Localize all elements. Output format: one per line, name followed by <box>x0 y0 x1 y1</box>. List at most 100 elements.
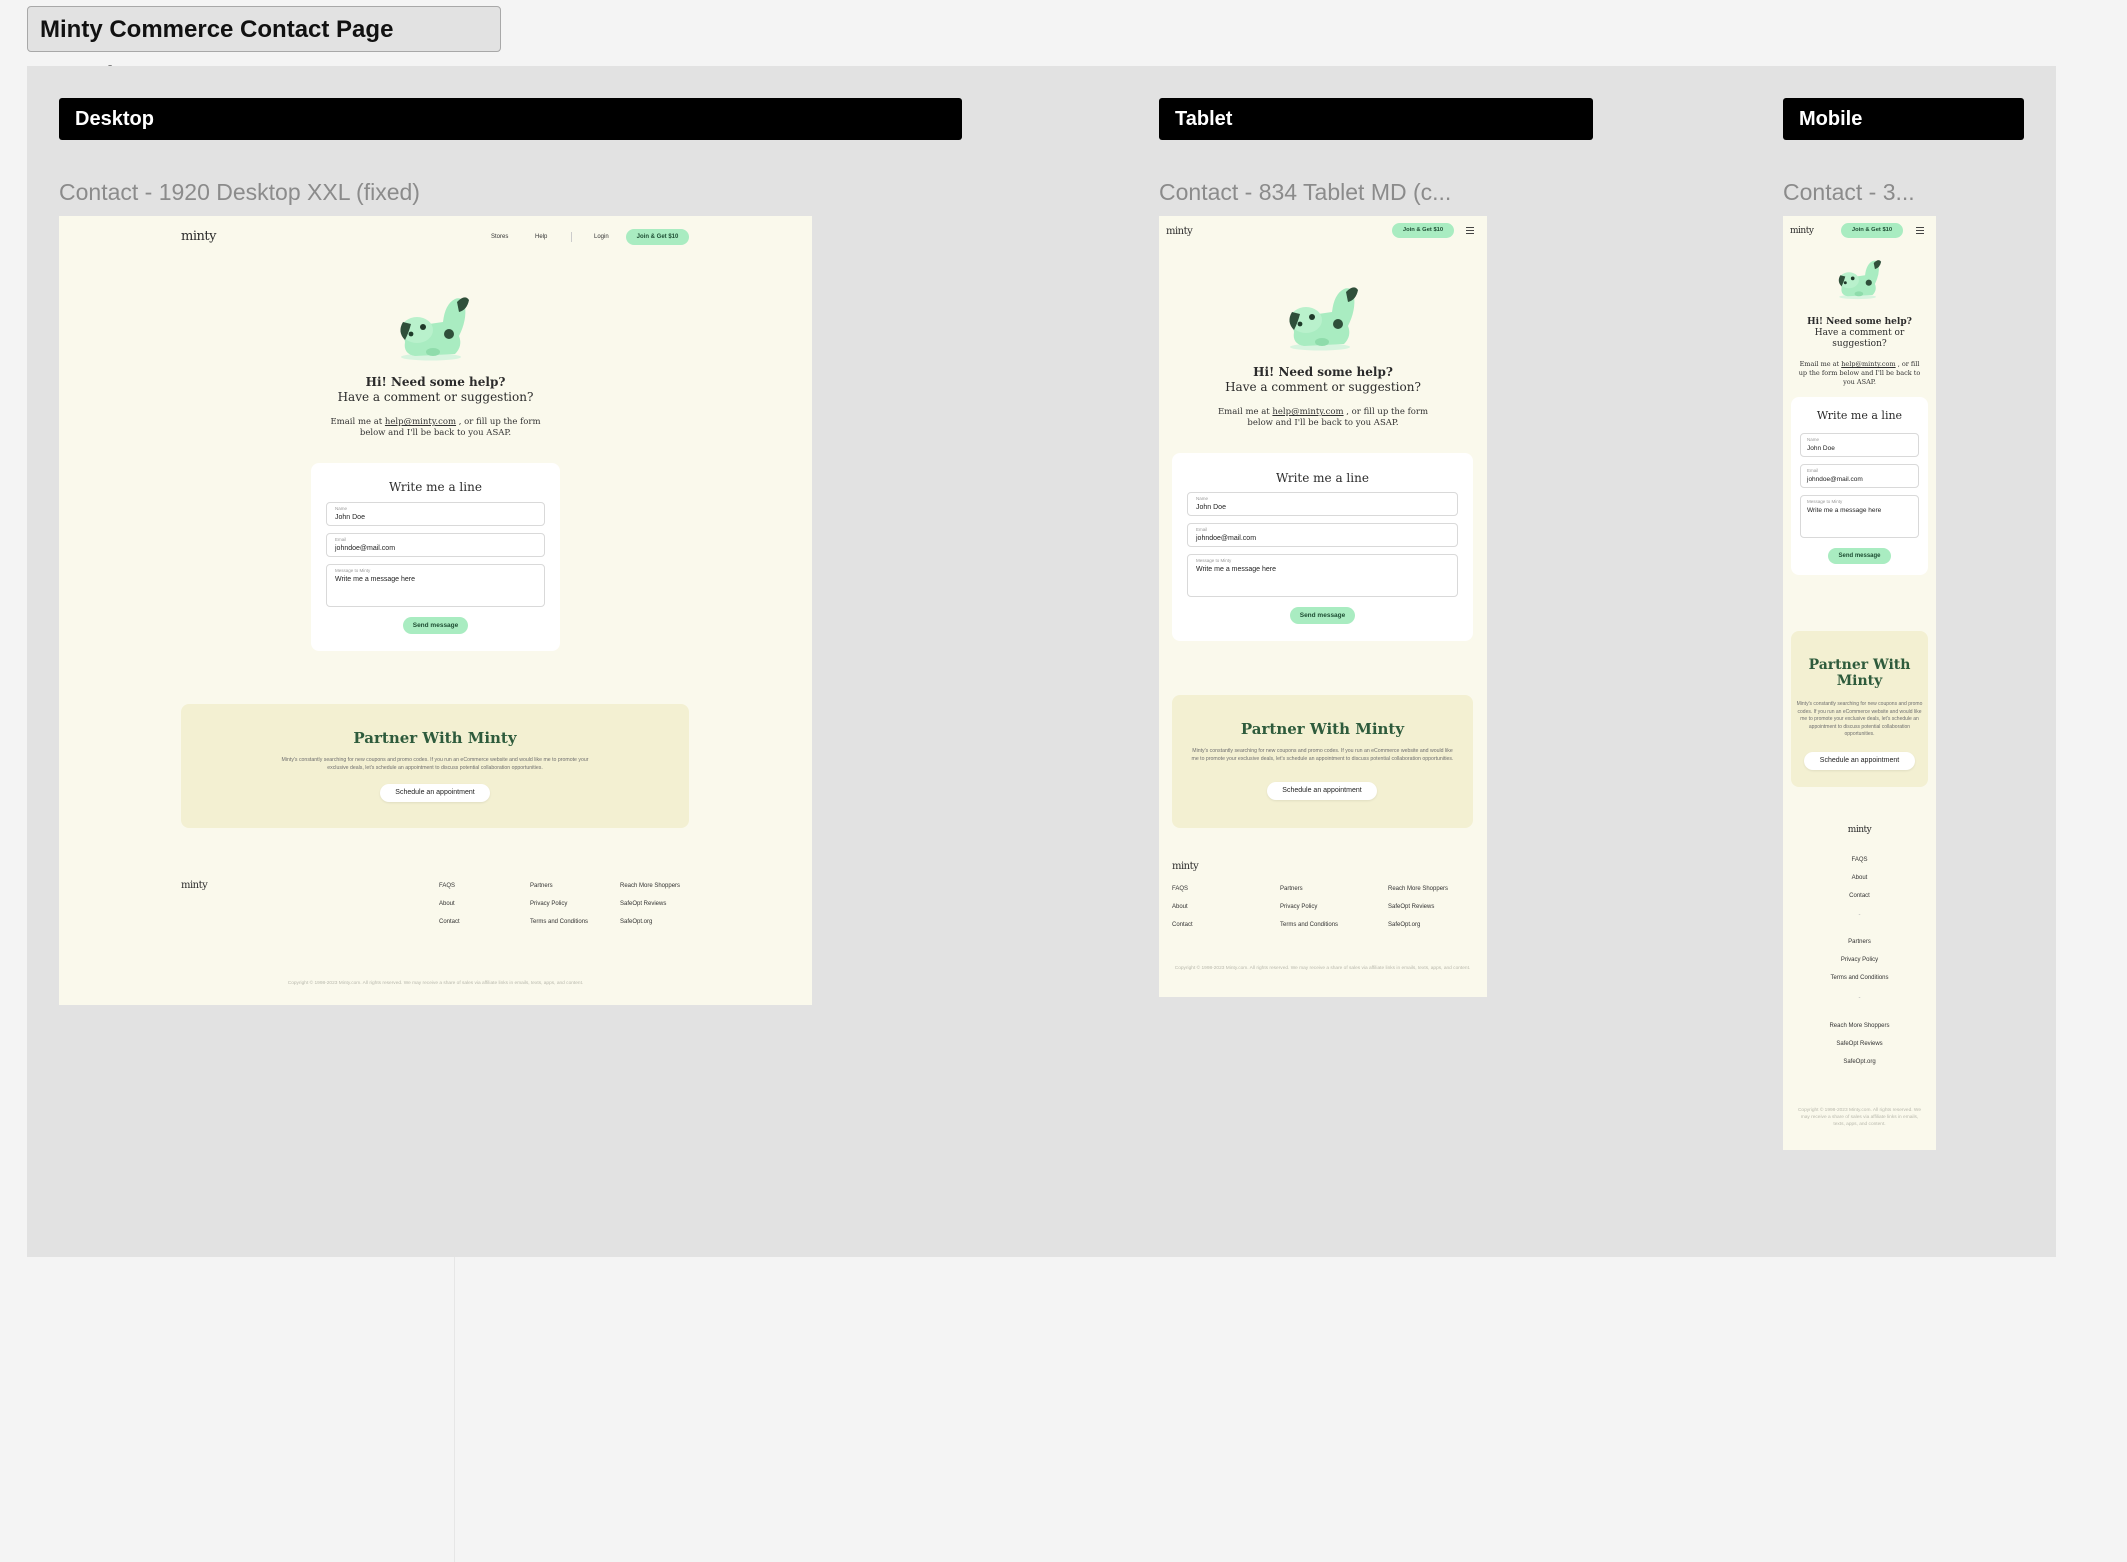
mobile-frame: minty Join & Get $10 Hi! Need some help?… <box>1783 216 1936 1150</box>
email-link[interactable]: help@minty.com <box>1272 407 1343 417</box>
email-value: johndoe@mail.com <box>1196 535 1257 542</box>
footer-link-privacy[interactable]: Privacy Policy <box>1280 904 1317 910</box>
frame-label-mobile[interactable]: Contact - 3... <box>1783 179 1915 206</box>
name-field[interactable]: Name John Doe <box>1187 492 1458 516</box>
schedule-appointment-button[interactable]: Schedule an appointment <box>1267 782 1377 800</box>
email-link[interactable]: help@minty.com <box>1841 360 1895 368</box>
page-title[interactable]: Minty Commerce Contact Page Experience <box>27 6 501 89</box>
name-label: Name <box>1807 437 1820 442</box>
footer-link-contact[interactable]: Contact <box>1172 922 1193 928</box>
email-field[interactable]: Email johndoe@mail.com <box>326 533 545 557</box>
join-button[interactable]: Join & Get $10 <box>626 229 689 245</box>
message-field[interactable]: Message to Minty Write me a message here <box>1187 554 1458 597</box>
join-button[interactable]: Join & Get $10 <box>1392 223 1454 238</box>
tablet-frame: minty Join & Get $10 Hi! Need some help?… <box>1159 216 1487 997</box>
dog-mascot-illustration <box>400 297 469 361</box>
footer-link-safeopt-org[interactable]: SafeOpt.org <box>1783 1059 1936 1065</box>
logo[interactable]: minty <box>1790 226 1814 236</box>
footer-link-safeopt-reviews[interactable]: SafeOpt Reviews <box>1388 904 1434 910</box>
footer-link-contact[interactable]: Contact <box>1783 893 1936 899</box>
nav-login[interactable]: Login <box>594 234 609 240</box>
footer-link-about[interactable]: About <box>1172 904 1188 910</box>
menu-icon[interactable] <box>1466 227 1474 236</box>
hero-email-line2: below and I'll be back to you ASAP. <box>359 428 512 438</box>
frame-label-tablet[interactable]: Contact - 834 Tablet MD (c... <box>1159 179 1451 206</box>
form-title: Write me a line <box>1276 471 1369 485</box>
hero-headline: Hi! Need some help? <box>1807 317 1912 327</box>
email-field[interactable]: Email johndoe@mail.com <box>1800 464 1919 488</box>
footer-link-about[interactable]: About <box>439 901 455 907</box>
footer-link-reach[interactable]: Reach More Shoppers <box>620 883 680 889</box>
hero-email-line2: below and I'll be back to you ASAP. <box>1247 418 1399 428</box>
message-field[interactable]: Message to Minty Write me a message here <box>326 564 545 607</box>
footer-link-partners[interactable]: Partners <box>1783 939 1936 945</box>
footer-link-privacy[interactable]: Privacy Policy <box>530 901 567 907</box>
footer-link-terms[interactable]: Terms and Conditions <box>1280 922 1338 928</box>
partner-title: Partner With Minty <box>1808 657 1911 689</box>
footer-link-reach[interactable]: Reach More Shoppers <box>1783 1023 1936 1029</box>
footer-link-faqs[interactable]: FAQS <box>1172 886 1188 892</box>
email-suffix: , or fill up the form <box>1346 407 1429 417</box>
message-label: Message to Minty <box>1807 499 1843 504</box>
join-button[interactable]: Join & Get $10 <box>1841 223 1903 238</box>
footer-link-reach[interactable]: Reach More Shoppers <box>1388 886 1448 892</box>
partner-section: Partner With Minty Minty's constantly se… <box>1791 631 1928 787</box>
email-field[interactable]: Email johndoe@mail.com <box>1187 523 1458 547</box>
form-title: Write me a line <box>389 480 482 494</box>
name-label: Name <box>335 506 348 511</box>
hero-email-line1: Email me at help@minty.com , or fill up … <box>59 417 812 427</box>
footer-link-safeopt-org[interactable]: SafeOpt.org <box>1388 922 1420 928</box>
message-field[interactable]: Message to Minty Write me a message here <box>1800 495 1919 538</box>
form-title: Write me a line <box>1816 409 1903 422</box>
schedule-appointment-button[interactable]: Schedule an appointment <box>380 784 490 802</box>
footer-link-faqs[interactable]: FAQS <box>439 883 455 889</box>
menu-icon[interactable] <box>1916 227 1924 236</box>
footer-logo[interactable]: minty <box>1172 861 1199 872</box>
section-header-tablet[interactable]: Tablet <box>1159 98 1593 140</box>
name-field[interactable]: Name John Doe <box>1800 433 1919 457</box>
message-value: Write me a message here <box>1196 566 1277 573</box>
message-value: Write me a message here <box>335 576 416 583</box>
send-message-button[interactable]: Send message <box>1828 548 1891 564</box>
name-field[interactable]: Name John Doe <box>326 502 545 526</box>
nav-help[interactable]: Help <box>535 234 547 240</box>
contact-form-card: Write me a line Name John Doe Email john… <box>311 463 560 651</box>
hero-subheadline: Have a comment or suggestion? <box>1814 328 1905 349</box>
footer-link-safeopt-reviews[interactable]: SafeOpt Reviews <box>1783 1041 1936 1047</box>
footer-logo[interactable]: minty <box>1783 825 1936 835</box>
footer-link-about[interactable]: About <box>1783 875 1936 881</box>
message-label: Message to Minty <box>335 568 371 573</box>
footer-link-safeopt-org[interactable]: SafeOpt.org <box>620 919 652 925</box>
footer-link-terms[interactable]: Terms and Conditions <box>1783 975 1936 981</box>
send-message-button[interactable]: Send message <box>403 617 468 634</box>
footer-link-privacy[interactable]: Privacy Policy <box>1783 957 1936 963</box>
footer-link-terms[interactable]: Terms and Conditions <box>530 919 588 925</box>
name-value: John Doe <box>1196 504 1226 511</box>
hero-subheadline: Have a comment or suggestion? <box>337 390 534 404</box>
email-label: Email <box>1196 527 1208 532</box>
footer-separator: - <box>1858 995 1861 1001</box>
logo[interactable]: minty <box>1166 226 1193 237</box>
send-message-button[interactable]: Send message <box>1290 607 1355 624</box>
section-header-mobile[interactable]: Mobile <box>1783 98 2024 140</box>
footer-link-faqs[interactable]: FAQS <box>1783 857 1936 863</box>
frame-label-desktop[interactable]: Contact - 1920 Desktop XXL (fixed) <box>59 179 420 206</box>
hero-subheadline: Have a comment or suggestion? <box>1225 380 1421 394</box>
dog-mascot-illustration <box>1289 287 1358 351</box>
logo[interactable]: minty <box>181 229 216 244</box>
divider <box>454 1257 455 1562</box>
email-link[interactable]: help@minty.com <box>385 417 456 427</box>
partner-body: Minty's constantly searching for new cou… <box>1191 748 1454 762</box>
footer-link-safeopt-reviews[interactable]: SafeOpt Reviews <box>620 901 666 907</box>
section-header-desktop[interactable]: Desktop <box>59 98 962 140</box>
footer-link-contact[interactable]: Contact <box>439 919 460 925</box>
footer-link-partners[interactable]: Partners <box>530 883 553 889</box>
email-value: johndoe@mail.com <box>335 545 396 552</box>
footer-separator: - <box>1858 912 1861 918</box>
footer-link-partners[interactable]: Partners <box>1280 886 1303 892</box>
copyright: Copyright © 1998-2023 Minty.com. All rig… <box>1797 1108 1922 1127</box>
schedule-appointment-button[interactable]: Schedule an appointment <box>1804 752 1915 770</box>
name-label: Name <box>1196 496 1209 501</box>
footer-logo[interactable]: minty <box>181 880 208 891</box>
nav-stores[interactable]: Stores <box>491 234 508 240</box>
